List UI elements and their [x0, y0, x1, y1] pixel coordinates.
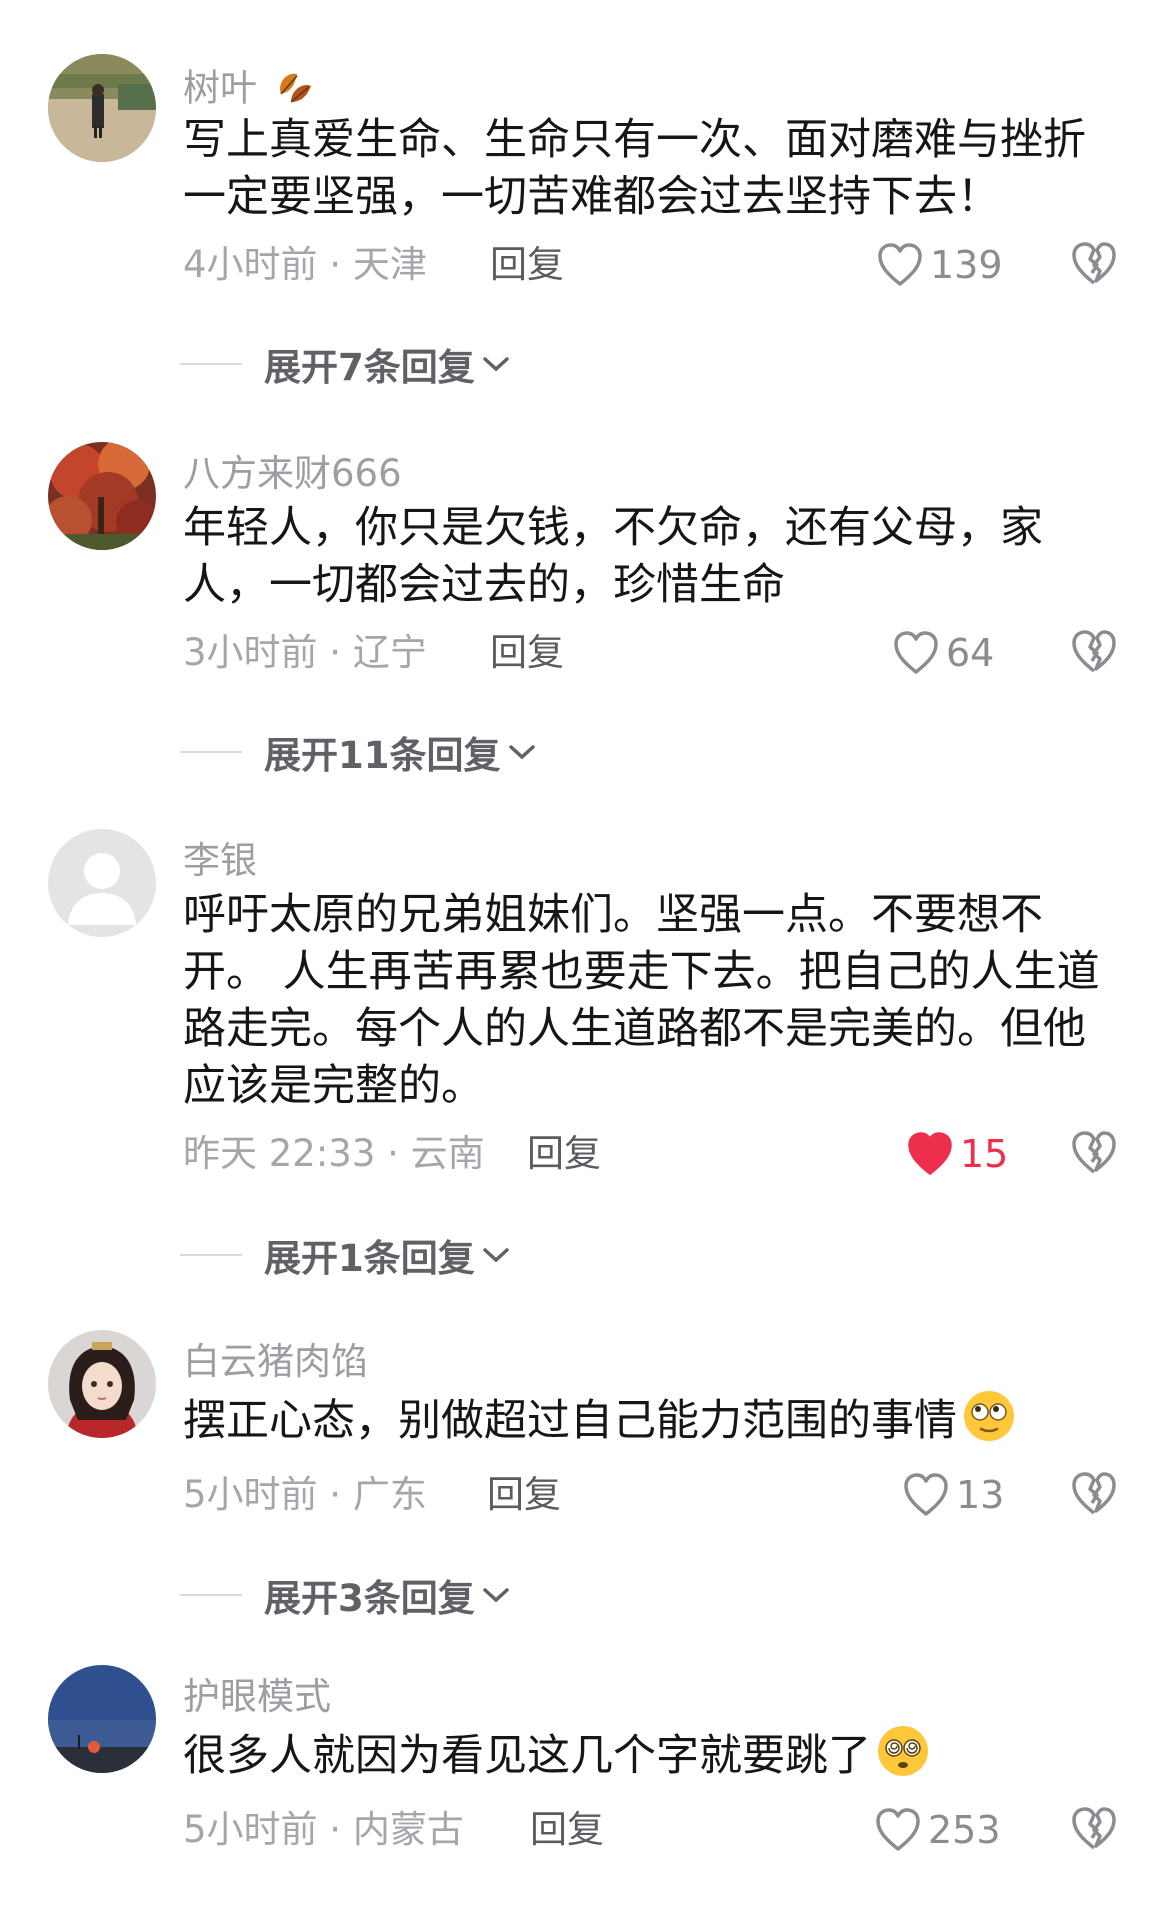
like-button[interactable]: 139 [876, 237, 1003, 293]
reply-button[interactable]: 回复 [527, 1129, 601, 1179]
expand-replies[interactable]: 展开11条回复 [180, 727, 537, 777]
chevron-down-icon [483, 357, 509, 372]
username[interactable]: 八方来财666 [183, 452, 402, 496]
heart-icon [876, 1808, 920, 1851]
username-text: 树叶 [183, 66, 257, 110]
comment-meta: 4小时前 · 天津 [183, 243, 427, 286]
comment-meta: 5小时前 · 内蒙古 [183, 1808, 464, 1851]
chevron-down-icon [483, 1588, 509, 1603]
expand-replies[interactable]: 展开1条回复 [180, 1230, 511, 1280]
dislike-button[interactable] [1070, 1130, 1118, 1178]
dislike-button[interactable] [1070, 241, 1118, 289]
reply-button[interactable]: 回复 [490, 628, 564, 678]
dislike-button[interactable] [1070, 1806, 1118, 1854]
rolling-eyes-emoji [961, 1388, 1017, 1459]
reply-button[interactable]: 回复 [490, 240, 564, 290]
divider-line [180, 1594, 242, 1596]
like-count: 253 [928, 1808, 1001, 1852]
avatar[interactable] [48, 1665, 156, 1773]
like-count: 13 [956, 1473, 1005, 1517]
expand-replies-label: 展开11条回复 [264, 734, 501, 777]
heart-icon [878, 243, 922, 286]
like-button[interactable]: 13 [902, 1467, 1004, 1523]
dislike-button[interactable] [1070, 1471, 1118, 1519]
dizzy-face-emoji [875, 1723, 931, 1794]
reply-button[interactable]: 回复 [530, 1805, 604, 1855]
expand-replies[interactable]: 展开3条回复 [180, 1570, 511, 1620]
expand-replies-label: 展开1条回复 [264, 1237, 475, 1280]
comment-text: 写上真爱生命、生命只有一次、面对磨难与挫折一定要坚强，一切苦难都会过去坚持下去！ [183, 115, 1086, 222]
like-count: 64 [946, 631, 995, 675]
expand-replies-label: 展开7条回复 [264, 346, 475, 389]
divider-line [180, 1254, 242, 1256]
heart-filled-icon [908, 1132, 952, 1175]
comment-meta: 昨天 22:33 · 云南 [183, 1132, 485, 1175]
comment-text-content: 摆正心态，别做超过自己能力范围的事情 [183, 1396, 957, 1446]
broken-heart-icon [1072, 1472, 1116, 1515]
avatar[interactable] [48, 54, 156, 162]
expand-replies-label: 展开3条回复 [264, 1577, 475, 1620]
avatar[interactable] [48, 1330, 156, 1438]
reply-button[interactable]: 回复 [487, 1470, 561, 1520]
like-button[interactable]: 253 [874, 1802, 1001, 1858]
comment-meta: 5小时前 · 广东 [183, 1473, 427, 1516]
heart-icon [894, 631, 938, 674]
heart-icon [904, 1473, 948, 1516]
chevron-down-icon [483, 1248, 509, 1263]
autumn-leaf-icon [273, 64, 313, 116]
comment-text: 呼吁太原的兄弟姐妹们。坚强一点。不要想不开。 人生再苦再累也要走下去。把自己的人… [183, 890, 1100, 1111]
comment-text: 摆正心态，别做超过自己能力范围的事情 [183, 1388, 1103, 1459]
avatar[interactable] [48, 829, 156, 937]
like-button[interactable]: 64 [892, 625, 994, 681]
divider-line [180, 751, 242, 753]
broken-heart-icon [1072, 630, 1116, 673]
like-count: 139 [930, 243, 1003, 287]
comment-meta: 3小时前 · 辽宁 [183, 631, 427, 674]
divider-line [180, 363, 242, 365]
comment-text-content: 很多人就因为看见这几个字就要跳了 [183, 1731, 871, 1781]
dislike-button[interactable] [1070, 629, 1118, 677]
comment-text: 年轻人，你只是欠钱，不欠命，还有父母，家人，一切都会过去的，珍惜生命 [183, 503, 1043, 610]
username[interactable]: 李银 [183, 839, 257, 883]
broken-heart-icon [1072, 1131, 1116, 1174]
avatar[interactable] [48, 442, 156, 550]
broken-heart-icon [1072, 1807, 1116, 1850]
like-button[interactable]: 15 [906, 1126, 1008, 1182]
expand-replies[interactable]: 展开7条回复 [180, 339, 511, 389]
chevron-down-icon [508, 745, 535, 760]
username[interactable]: 树叶 [183, 64, 313, 116]
comment-text: 很多人就因为看见这几个字就要跳了 [183, 1723, 1103, 1794]
like-count: 15 [960, 1132, 1009, 1176]
username[interactable]: 白云猪肉馅 [183, 1340, 368, 1384]
broken-heart-icon [1072, 242, 1116, 285]
username[interactable]: 护眼模式 [183, 1675, 331, 1719]
